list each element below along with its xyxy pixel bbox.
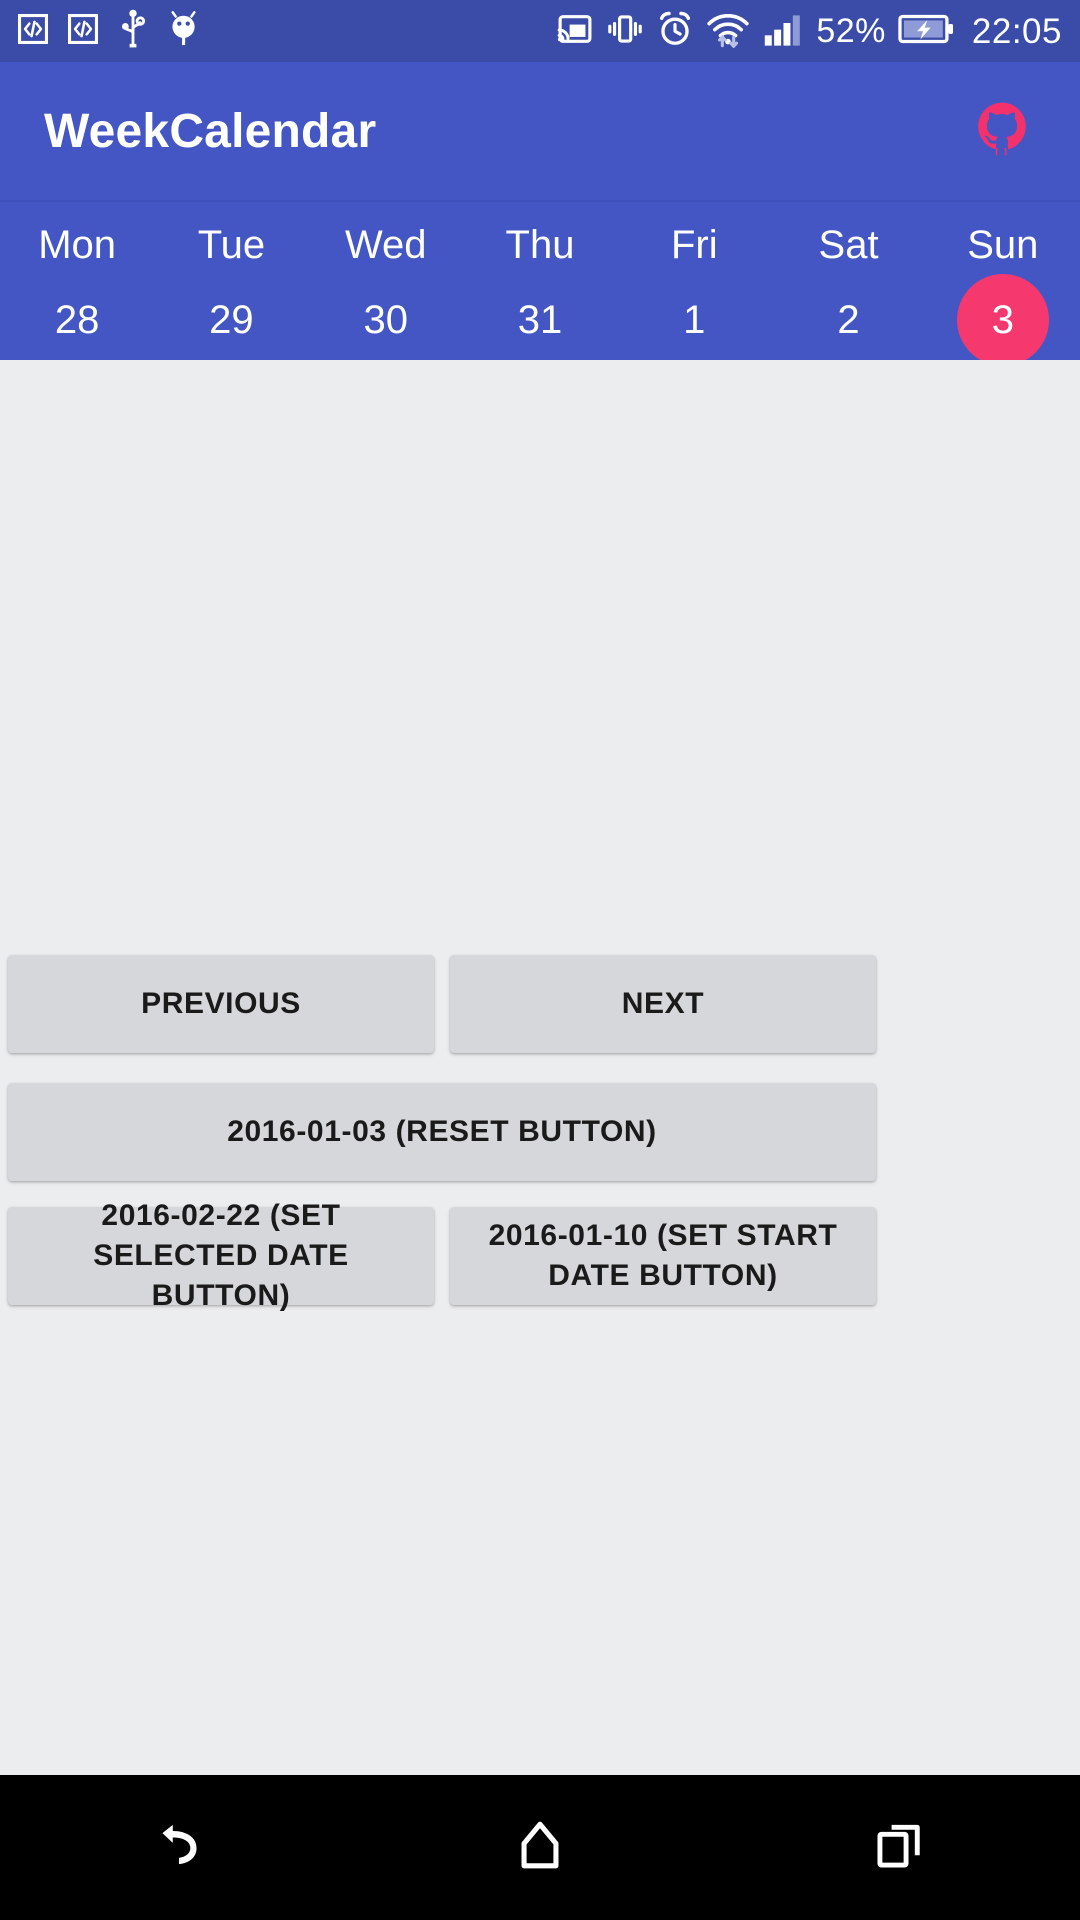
week-day-cell-sat[interactable]: Sat <box>771 216 925 274</box>
week-date-cell-30[interactable]: 30 <box>309 278 463 362</box>
week-date-cell-28[interactable]: 28 <box>0 278 154 362</box>
day-name-label: Wed <box>344 223 427 267</box>
date-number-label: 30 <box>363 298 408 342</box>
set-selected-date-button[interactable]: 2016-02-22 (SET SELECTED DATE BUTTON) <box>8 1199 434 1312</box>
date-number-label: 2 <box>837 298 860 342</box>
week-day-cell-mon[interactable]: Mon <box>0 216 154 274</box>
date-number-label: 1 <box>683 298 706 342</box>
week-date-cell-31[interactable]: 31 <box>463 278 617 362</box>
date-number-label: 29 <box>209 298 254 342</box>
status-bar: 52% 22:05 <box>0 0 1080 62</box>
week-date-cell-29[interactable]: 29 <box>154 278 308 362</box>
next-button[interactable]: NEXT <box>450 955 876 1053</box>
code-box-icon <box>66 12 100 51</box>
day-name-label: Fri <box>670 223 718 267</box>
recents-button[interactable] <box>720 1775 1080 1920</box>
day-name-label: Tue <box>197 223 266 267</box>
battery-percent-label: 52% <box>816 12 886 50</box>
status-bar-left-icons <box>16 9 204 54</box>
week-date-cell-1[interactable]: 1 <box>617 278 771 362</box>
wifi-icon <box>706 10 750 53</box>
week-date-cell-3-selected[interactable]: 3 <box>926 274 1080 366</box>
back-button[interactable] <box>0 1775 360 1920</box>
date-circle: 31 <box>494 274 586 366</box>
home-button[interactable] <box>360 1775 720 1920</box>
code-box-icon <box>16 12 50 51</box>
week-calendar-header: Mon Tue Wed Thu Fri Sat Sun 28 29 30 31 … <box>0 200 1080 366</box>
github-octocat-icon <box>971 98 1033 165</box>
day-name-label: Sun <box>967 223 1039 267</box>
date-number-label: 28 <box>54 298 100 342</box>
set-start-date-button[interactable]: 2016-01-10 (SET START DATE BUTTON) <box>450 1207 876 1305</box>
main-content: PREVIOUS NEXT 2016-01-03 (RESET BUTTON) … <box>0 360 1080 1775</box>
date-circle: 1 <box>648 274 740 366</box>
selected-date-circle: 3 <box>956 274 1049 366</box>
week-day-numbers-row: 28 29 30 31 1 2 3 <box>0 274 1080 366</box>
cast-icon <box>556 10 594 53</box>
date-circle: 2 <box>803 274 895 366</box>
app-title: WeekCalendar <box>44 104 377 158</box>
week-day-cell-tue[interactable]: Tue <box>154 216 308 274</box>
date-number-label: 31 <box>517 298 563 342</box>
recents-icon <box>872 1817 928 1878</box>
date-circle: 28 <box>31 274 123 366</box>
system-navigation-bar <box>0 1775 1080 1920</box>
week-day-cell-fri[interactable]: Fri <box>617 216 771 274</box>
back-icon <box>149 1814 211 1881</box>
day-name-label: Thu <box>505 223 575 267</box>
week-date-cell-2[interactable]: 2 <box>771 278 925 362</box>
alarm-icon <box>656 10 694 53</box>
day-name-label: Mon <box>38 223 117 267</box>
date-number-label: 3 <box>991 298 1014 342</box>
android-head-icon <box>166 10 204 53</box>
signal-bars-icon <box>762 10 804 53</box>
date-circle: 29 <box>185 274 277 366</box>
week-day-cell-sun[interactable]: Sun <box>926 216 1080 274</box>
week-day-cell-wed[interactable]: Wed <box>309 216 463 274</box>
reset-button[interactable]: 2016-01-03 (RESET BUTTON) <box>8 1083 876 1181</box>
week-day-cell-thu[interactable]: Thu <box>463 216 617 274</box>
github-button[interactable] <box>966 95 1038 167</box>
previous-button[interactable]: PREVIOUS <box>8 955 434 1053</box>
home-icon <box>511 1816 569 1879</box>
date-circle: 30 <box>340 274 432 366</box>
vibrate-icon <box>606 10 644 53</box>
usb-icon <box>116 9 150 54</box>
day-name-label: Sat <box>818 223 879 267</box>
battery-charging-icon <box>898 12 954 51</box>
app-bar: WeekCalendar <box>0 62 1080 200</box>
phone-screen: 52% 22:05 WeekCalendar Mon Tue Wed Thu F… <box>0 0 1080 1920</box>
status-bar-right-icons: 52% 22:05 <box>556 10 1062 53</box>
week-day-names-row: Mon Tue Wed Thu Fri Sat Sun <box>0 216 1080 274</box>
clock-label: 22:05 <box>971 11 1062 51</box>
